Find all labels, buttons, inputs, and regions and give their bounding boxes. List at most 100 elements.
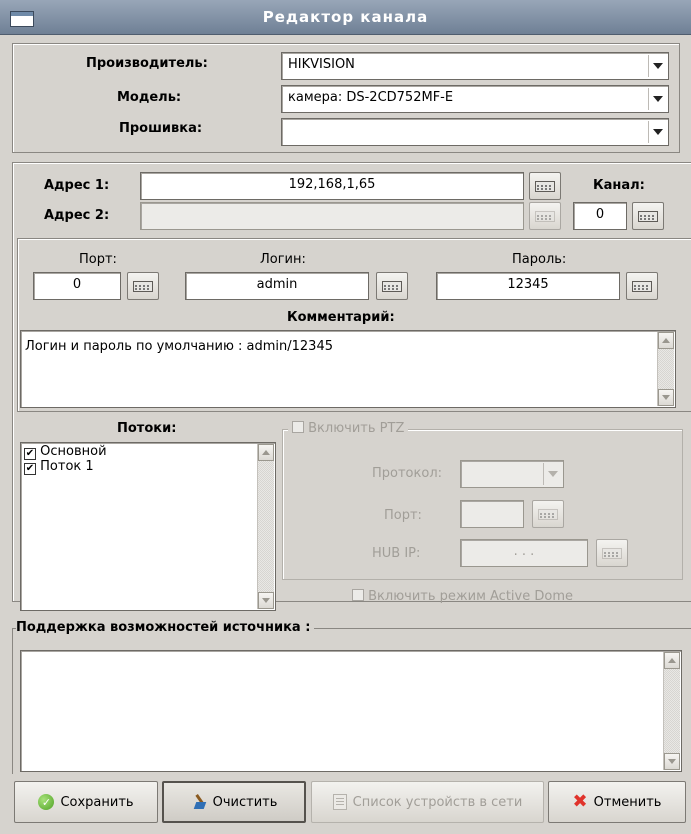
- stream-label: Поток 1: [40, 459, 94, 474]
- scroll-up-button[interactable]: [658, 332, 674, 349]
- arrow-down-icon: [262, 598, 270, 603]
- password-input[interactable]: 12345: [436, 272, 620, 300]
- clear-button[interactable]: Очистить: [162, 781, 306, 823]
- hub-ip-value: . . .: [513, 544, 535, 559]
- capabilities-textarea[interactable]: [20, 650, 682, 772]
- manufacturer-label: Производитель:: [86, 56, 208, 71]
- checkbox-checked[interactable]: ✔: [24, 448, 36, 460]
- channel-value: 0: [595, 207, 605, 222]
- keyboard-icon: [535, 180, 555, 192]
- streams-list[interactable]: ✔ Основной ✔ Поток 1: [20, 442, 276, 611]
- address2-keyboard-button: [529, 202, 561, 230]
- manufacturer-value: HIKVISION: [288, 57, 355, 72]
- save-button-label: Сохранить: [60, 794, 134, 810]
- clear-button-label: Очистить: [212, 794, 278, 810]
- capabilities-label: Поддержка возможностей источника :: [16, 620, 315, 635]
- ptz-enable-checkbox-row: Включить PTZ: [288, 421, 409, 436]
- window-title: Редактор канала: [262, 8, 429, 26]
- channel-label: Канал:: [593, 178, 645, 193]
- keyboard-icon: [538, 508, 558, 520]
- manufacturer-combo[interactable]: HIKVISION: [281, 52, 669, 80]
- password-value: 12345: [507, 277, 549, 292]
- port-keyboard-button[interactable]: [127, 272, 159, 300]
- arrow-down-icon: [662, 395, 670, 400]
- scroll-down-button[interactable]: [664, 753, 680, 770]
- active-dome-checkbox: [352, 589, 364, 601]
- address1-input[interactable]: 192,168,1,65: [140, 172, 524, 200]
- keyboard-icon: [535, 210, 555, 222]
- comment-value: Логин и пароль по умолчанию : admin/1234…: [25, 339, 333, 354]
- port-label: Порт:: [79, 252, 117, 267]
- address2-input[interactable]: [140, 202, 524, 230]
- password-label: Пароль:: [512, 252, 567, 267]
- broom-icon: [191, 794, 207, 810]
- arrow-up-icon: [262, 450, 270, 455]
- scroll-down-button[interactable]: [258, 592, 274, 609]
- login-value: admin: [256, 277, 298, 292]
- password-keyboard-button[interactable]: [626, 272, 658, 300]
- save-button[interactable]: ✓ Сохранить: [14, 781, 158, 823]
- red-x-icon: ✖: [572, 791, 588, 812]
- chevron-down-icon[interactable]: [648, 55, 666, 77]
- comment-textarea[interactable]: Логин и пароль по умолчанию : admin/1234…: [20, 330, 676, 408]
- ptz-port-input: [460, 500, 524, 528]
- login-label: Логин:: [260, 252, 306, 267]
- check-circle-icon: ✓: [38, 794, 55, 810]
- keyboard-icon: [602, 547, 622, 559]
- keyboard-icon: [638, 210, 658, 222]
- arrow-up-icon: [668, 658, 676, 663]
- list-item[interactable]: ✔ Поток 1: [24, 460, 272, 475]
- ptz-port-label: Порт:: [384, 508, 422, 523]
- scroll-up-button[interactable]: [258, 444, 274, 461]
- port-input[interactable]: 0: [33, 272, 121, 300]
- active-dome-label: Включить режим Active Dome: [368, 589, 573, 604]
- firmware-combo[interactable]: [281, 118, 669, 146]
- title-bar[interactable]: Редактор канала: [0, 0, 691, 35]
- model-value: камера: DS-2CD752MF-E: [288, 90, 454, 105]
- cancel-button[interactable]: ✖ Отменить: [548, 781, 686, 823]
- capabilities-scrollbar[interactable]: [663, 652, 680, 770]
- address1-label: Адрес 1:: [44, 178, 110, 193]
- login-input[interactable]: admin: [185, 272, 369, 300]
- keyboard-icon: [632, 280, 652, 292]
- keyboard-icon: [382, 280, 402, 292]
- ptz-enable-label: Включить PTZ: [308, 421, 405, 436]
- scroll-up-button[interactable]: [664, 652, 680, 669]
- scroll-down-button[interactable]: [658, 389, 674, 406]
- channel-input[interactable]: 0: [573, 202, 627, 230]
- comment-scrollbar[interactable]: [657, 332, 674, 406]
- address1-keyboard-button[interactable]: [529, 172, 561, 200]
- comment-label: Комментарий:: [287, 310, 395, 325]
- streams-label: Потоки:: [117, 421, 177, 436]
- address2-label: Адрес 2:: [44, 208, 110, 223]
- device-list-button: Список устройств в сети: [311, 781, 544, 823]
- device-list-button-label: Список устройств в сети: [352, 794, 523, 810]
- document-list-icon: [332, 794, 347, 810]
- chevron-down-icon: [543, 463, 561, 485]
- channel-keyboard-button[interactable]: [632, 202, 664, 230]
- model-label: Модель:: [117, 90, 182, 105]
- stream-label: Основной: [40, 444, 107, 459]
- chevron-down-icon[interactable]: [648, 88, 666, 110]
- cancel-button-label: Отменить: [593, 794, 662, 810]
- keyboard-icon: [133, 280, 153, 292]
- login-keyboard-button[interactable]: [376, 272, 408, 300]
- hub-ip-label: HUB IP:: [372, 546, 421, 561]
- chevron-down-icon[interactable]: [648, 121, 666, 143]
- list-item[interactable]: ✔ Основной: [24, 445, 272, 460]
- hub-ip-keyboard-button: [596, 539, 628, 567]
- streams-scrollbar[interactable]: [257, 444, 274, 609]
- hub-ip-input: . . .: [460, 539, 588, 567]
- checkbox-checked[interactable]: ✔: [24, 463, 36, 475]
- ptz-enable-checkbox: [292, 421, 304, 433]
- address1-value: 192,168,1,65: [288, 177, 376, 192]
- arrow-up-icon: [662, 338, 670, 343]
- arrow-down-icon: [668, 759, 676, 764]
- ptz-port-keyboard-button: [532, 500, 564, 528]
- port-value: 0: [72, 277, 82, 292]
- model-combo[interactable]: камера: DS-2CD752MF-E: [281, 85, 669, 113]
- ptz-protocol-combo: [460, 460, 564, 488]
- active-dome-row: Включить режим Active Dome: [352, 589, 573, 604]
- firmware-label: Прошивка:: [119, 121, 203, 136]
- ptz-protocol-label: Протокол:: [372, 466, 443, 481]
